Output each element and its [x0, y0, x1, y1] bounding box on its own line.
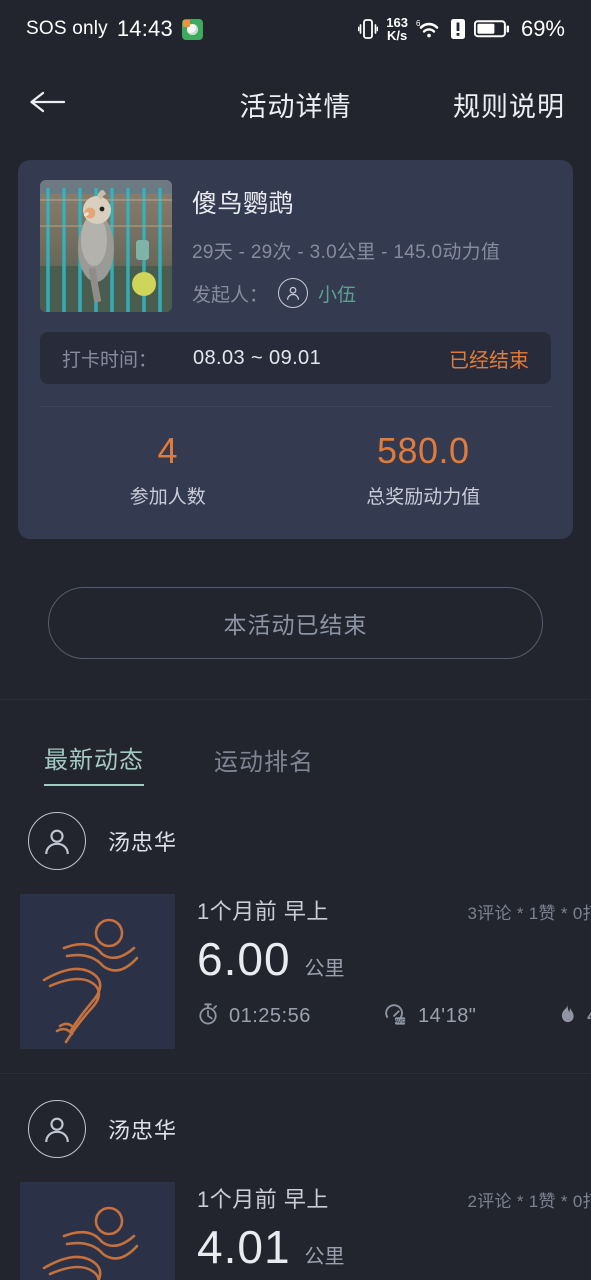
metric-value: 404.27: [587, 1005, 591, 1028]
stopwatch-icon: [197, 1002, 219, 1031]
rules-link[interactable]: 规则说明: [453, 85, 565, 124]
owner-label: 发起人：: [192, 284, 269, 306]
feed-details: 1个月前 早上 3评论 * 1赞 * 0打赏 6.00 公里 01:25:56: [175, 894, 591, 1049]
feed-record[interactable]: 1个月前 早上 3评论 * 1赞 * 0打赏 6.00 公里 01:25:56: [0, 893, 591, 1049]
cockatiel-photo[interactable]: [40, 180, 172, 312]
status-badge: 已经结束: [449, 349, 529, 372]
feed-social-counts: 2评论 * 1赞 * 0打赏: [467, 1191, 591, 1211]
stat-total-reward: 580.0 总奖励动力值: [296, 431, 552, 509]
nav-bar: 活动详情 规则说明: [0, 58, 591, 150]
metric-pace: AVG 14'18": [382, 1002, 557, 1031]
feed-user-name: 汤忠华: [108, 1117, 178, 1143]
status-bar-right: 163 K/s 6 69%: [358, 14, 565, 43]
metric-calories: 404.27: [557, 1002, 591, 1031]
activity-owner: 发起人： 小伍: [192, 278, 500, 308]
distance-unit: 公里: [304, 957, 345, 980]
feed-social-counts: 3评论 * 1赞 * 0打赏: [467, 903, 591, 923]
status-bar: SOS only 14:43 163 K/s 6 69%: [0, 0, 591, 58]
checkin-time-bar: 打卡时间： 08.03 ~ 09.01 已经结束: [40, 332, 551, 384]
stat-value: 580.0: [376, 430, 470, 471]
avatar[interactable]: [28, 1099, 86, 1158]
feed-meta-row: 1个月前 早上 3评论 * 1赞 * 0打赏: [197, 894, 591, 926]
feed-user-name: 汤忠华: [108, 829, 178, 855]
vibrate-icon: [358, 17, 379, 41]
distance-value: 6.00: [197, 932, 291, 985]
feed-details: 1个月前 早上 2评论 * 1赞 * 0打赏 4.01 公里 00:57:07: [175, 1182, 591, 1280]
feed-distance: 6.00 公里: [197, 932, 591, 986]
distance-value: 4.01: [197, 1220, 291, 1273]
activity-card-header: 傻鸟鹦鹉 29天 - 29次 - 3.0公里 - 145.0动力值 发起人： 小…: [40, 180, 551, 312]
tab-latest-activity[interactable]: 最新动态: [44, 740, 144, 786]
activity-stats: 4 参加人数 580.0 总奖励动力值: [40, 407, 551, 539]
feed-time: 1个月前 早上: [197, 1186, 329, 1212]
feed-distance: 4.01 公里: [197, 1220, 591, 1274]
stat-label: 总奖励动力值: [366, 486, 481, 508]
person-icon: [278, 278, 309, 308]
carrier-label: SOS only: [26, 18, 108, 39]
activity-ended-button[interactable]: 本活动已结束: [48, 586, 543, 659]
stat-participants: 4 参加人数: [40, 431, 296, 509]
feed-metrics: 01:25:56 AVG 14'18" 404.27: [197, 1002, 591, 1031]
checkin-label: 打卡时间：: [62, 349, 158, 371]
checkin-range: 08.03 ~ 09.01: [193, 346, 322, 369]
activity-meta: 29天 - 29次 - 3.0公里 - 145.0动力值: [192, 242, 501, 263]
owner-name[interactable]: 小伍: [318, 280, 356, 307]
list-item[interactable]: 汤忠华 1个月前 早上: [0, 1074, 591, 1280]
network-speed-unit: K/s: [386, 28, 408, 43]
stat-value: 4: [157, 430, 179, 471]
feed-tabs: 最新动态 运动排名: [0, 700, 591, 786]
list-item[interactable]: 汤忠华 1个月前 早上: [0, 786, 591, 1074]
svg-text:AVG: AVG: [394, 1018, 405, 1024]
avg-pace-icon: AVG: [382, 1002, 408, 1031]
status-bar-left: SOS only 14:43: [26, 16, 203, 42]
battery-icon: [473, 19, 510, 39]
metric-value: 01:25:56: [229, 1004, 311, 1027]
feed-user[interactable]: 汤忠华: [0, 811, 591, 870]
activity-info: 傻鸟鹦鹉 29天 - 29次 - 3.0公里 - 145.0动力值 发起人： 小…: [192, 180, 500, 312]
runner-icon[interactable]: [20, 1181, 175, 1280]
feed-record[interactable]: 1个月前 早上 2评论 * 1赞 * 0打赏 4.01 公里 00:57:07: [0, 1181, 591, 1280]
wechat-icon: [181, 18, 203, 40]
metric-duration: 01:25:56: [197, 1002, 382, 1031]
wifi-6-icon: 6: [416, 17, 442, 41]
feed-user[interactable]: 汤忠华: [0, 1099, 591, 1158]
activity-title: 傻鸟鹦鹉: [192, 190, 295, 218]
feed-time: 1个月前 早上: [197, 898, 329, 924]
flame-icon: [557, 1002, 577, 1031]
clock-label: 14:43: [116, 16, 173, 41]
network-speed-value: 163: [386, 14, 408, 30]
distance-unit: 公里: [304, 1245, 345, 1268]
network-speed: 163 K/s: [386, 14, 408, 43]
metric-value: 14'18": [418, 1004, 477, 1027]
tab-sport-ranking[interactable]: 运动排名: [214, 742, 314, 786]
stat-label: 参加人数: [129, 486, 206, 508]
sim-alert-icon: [450, 18, 466, 40]
activity-card: 傻鸟鹦鹉 29天 - 29次 - 3.0公里 - 145.0动力值 发起人： 小…: [18, 160, 573, 539]
app-screen: SOS only 14:43 163 K/s 6 69% 活动详情 规则说明 傻…: [0, 0, 591, 1280]
runner-icon[interactable]: [20, 893, 175, 1049]
feed-meta-row: 1个月前 早上 2评论 * 1赞 * 0打赏: [197, 1182, 591, 1214]
avatar[interactable]: [28, 811, 86, 870]
battery-percent: 69%: [520, 16, 565, 41]
